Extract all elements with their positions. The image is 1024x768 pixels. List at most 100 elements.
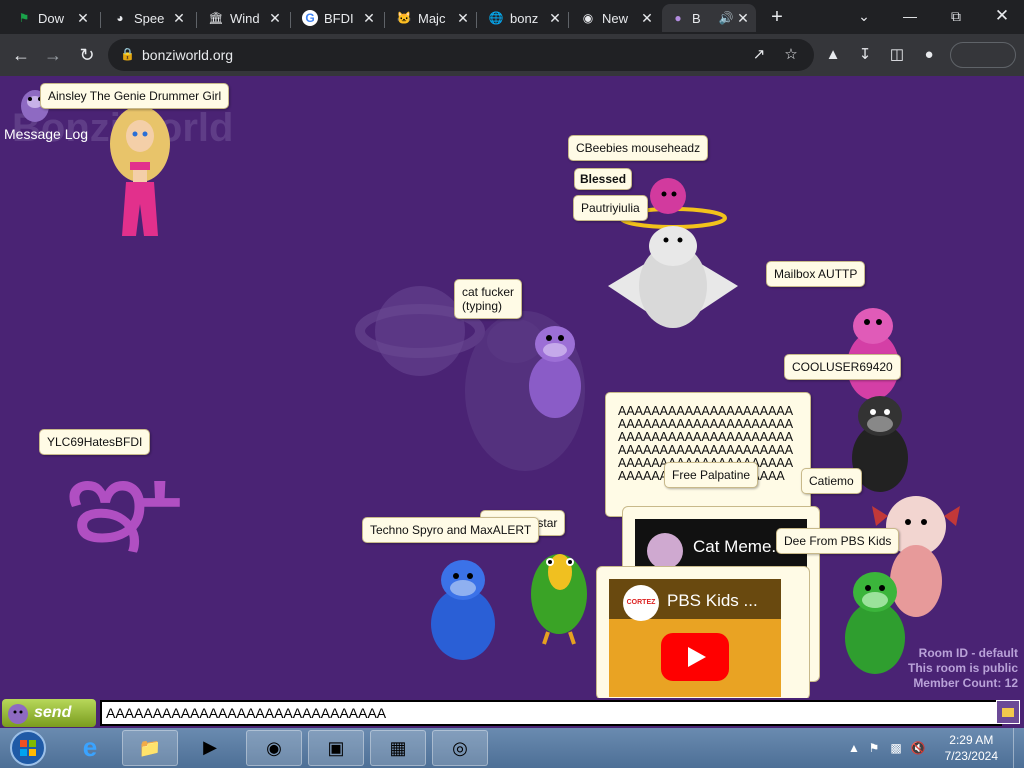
message-log-link[interactable]: Message Log <box>4 126 88 142</box>
forward-icon[interactable]: → <box>40 42 66 68</box>
tab-title: Spee <box>134 10 165 26</box>
chat-message-bubble: AAAAAAAAAAAAAAAAAAAAAAAAAAAAAAAAAAAAAAAA… <box>605 392 811 517</box>
bonzi-icon: ● <box>674 11 682 25</box>
bookmark-star-icon[interactable]: ☆ <box>780 44 802 66</box>
speedometer-icon: ◕ <box>116 11 124 25</box>
chrome-icon: ◉ <box>582 11 594 25</box>
taskbar: e 📁 ▶ ◉ ▣ ▦ ◎ ▲ ⚑ ▩ 🔇 2:29 AM 7/23/2024 <box>0 728 1024 768</box>
tab-windows[interactable]: 🏛 Wind ✕ <box>200 4 288 32</box>
tab-separator <box>568 12 569 28</box>
member-count: Member Count: 12 <box>913 676 1018 690</box>
telugu-glyph-avatar[interactable]: ఞ <box>66 436 183 566</box>
clock-time: 2:29 AM <box>949 733 994 747</box>
close-icon[interactable]: ✕ <box>736 10 750 27</box>
chrome-icon[interactable]: ◉ <box>246 730 302 766</box>
profile-icon[interactable]: ● <box>918 44 940 66</box>
flag-icon: ⚑ <box>18 11 30 25</box>
close-icon[interactable]: ✕ <box>172 10 186 27</box>
tab-title: Wind <box>230 10 260 26</box>
send-button[interactable]: send <box>2 699 96 727</box>
media-player-icon[interactable]: ▶ <box>182 730 238 766</box>
username-bubble: Free Palpatine <box>664 462 759 488</box>
attach-button[interactable] <box>996 700 1020 724</box>
blue-bonzi-avatar[interactable] <box>420 552 506 664</box>
close-icon[interactable]: ✕ <box>548 10 562 27</box>
download-manager-icon[interactable]: ◎ <box>432 730 488 766</box>
username-bubble: cat fucker (typing) <box>454 279 523 319</box>
green-parrot-avatar[interactable] <box>524 542 594 646</box>
folder-icon <box>1002 708 1014 717</box>
network-icon[interactable]: ▩ <box>888 740 904 756</box>
side-panel-icon[interactable]: ◫ <box>886 44 908 66</box>
tab-majc[interactable]: 🐱 Majc ✕ <box>388 4 476 32</box>
close-icon[interactable]: ✕ <box>362 10 376 27</box>
close-icon[interactable]: ✕ <box>456 10 470 27</box>
window-close-icon[interactable]: ✕ <box>980 4 1024 28</box>
lock-icon[interactable]: 🔒 <box>120 47 135 61</box>
tab-title: bonz <box>510 10 539 26</box>
tab-title: BFDI <box>324 10 354 26</box>
columns-icon: 🏛 <box>208 11 224 25</box>
new-tab-button[interactable]: + <box>764 6 790 30</box>
start-button[interactable] <box>2 728 54 768</box>
username-bubble: Catiemo <box>801 468 862 494</box>
tab-download[interactable]: ⚑ Dow ✕ <box>8 4 96 32</box>
back-icon[interactable]: ← <box>8 42 34 68</box>
google-icon: G <box>302 10 318 26</box>
room-id: Room ID - default <box>918 646 1018 660</box>
video-title: PBS Kids ... <box>667 591 758 610</box>
genie-girl-avatar[interactable] <box>100 104 180 244</box>
purple-bonzi-avatar[interactable] <box>520 316 590 426</box>
clock-date: 7/23/2024 <box>944 749 998 763</box>
tab-separator <box>384 12 385 28</box>
tab-bonziworld[interactable]: ● B 🔊 ✕ <box>662 4 756 32</box>
channel-avatar <box>647 533 683 569</box>
channel-avatar: CORTEZ <box>623 585 659 621</box>
internet-explorer-icon[interactable]: e <box>62 730 118 766</box>
globe-icon: 🌐 <box>488 11 504 25</box>
app-icon[interactable]: ▦ <box>370 730 426 766</box>
reload-icon[interactable]: ↻ <box>74 42 100 68</box>
share-icon[interactable]: ↗ <box>748 44 770 66</box>
tab-bfdi[interactable]: G BFDI ✕ <box>294 4 382 32</box>
winrar-icon[interactable]: ▣ <box>308 730 364 766</box>
file-explorer-icon[interactable]: 📁 <box>122 730 178 766</box>
close-icon[interactable]: ✕ <box>640 10 654 27</box>
username-bubble: Ainsley The Genie Drummer Girl <box>40 83 230 109</box>
labs-flask-icon[interactable]: ▲ <box>822 44 844 66</box>
restore-icon[interactable]: ⧉ <box>934 4 978 28</box>
minimize-icon[interactable]: — <box>888 4 932 28</box>
speaker-icon[interactable]: 🔊 <box>718 10 734 26</box>
room-info: Room ID - default This room is public Me… <box>908 646 1018 691</box>
username-bubble: CBeebies mouseheadz <box>568 135 709 161</box>
tab-speed[interactable]: ◕ Spee ✕ <box>104 4 192 32</box>
volume-muted-icon[interactable]: 🔇 <box>910 740 926 756</box>
green-bonzi-avatar[interactable] <box>834 564 916 680</box>
send-label: send <box>34 704 72 721</box>
address-bar[interactable]: 🔒 bonziworld.org ↗ ☆ <box>108 39 814 71</box>
close-icon[interactable]: ✕ <box>76 10 90 27</box>
tab-separator <box>476 12 477 28</box>
youtube-play-icon[interactable] <box>661 633 729 681</box>
username-bubble: Mailbox AUTTP <box>766 261 866 287</box>
close-icon[interactable]: ✕ <box>268 10 282 27</box>
tab-title: Dow <box>38 10 65 26</box>
tray-overflow-icon[interactable]: ▲ <box>846 740 862 756</box>
tab-title: B <box>692 10 701 26</box>
action-center-flag-icon[interactable]: ⚑ <box>866 740 882 756</box>
tab-separator <box>196 12 197 28</box>
url-text[interactable]: bonziworld.org <box>142 47 233 63</box>
show-desktop-button[interactable] <box>1013 728 1024 768</box>
username-bubble: Pautriyiulia <box>573 195 648 221</box>
tab-bonz[interactable]: 🌐 bonz ✕ <box>480 4 568 32</box>
browser-toolbar: ← → ↻ 🔒 bonziworld.org ↗ ☆ ▲ ↧ ◫ ● <box>0 34 1024 76</box>
system-clock[interactable]: 2:29 AM 7/23/2024 <box>945 732 998 764</box>
video-player[interactable]: CORTEZ PBS Kids ... <box>609 579 781 697</box>
tab-new[interactable]: ◉ New ✕ <box>572 4 660 32</box>
download-icon[interactable]: ↧ <box>854 44 876 66</box>
tab-separator <box>100 12 101 28</box>
tab-search-icon[interactable]: ⌄ <box>842 4 886 28</box>
video-title: Cat Meme... <box>693 537 786 556</box>
profile-pill[interactable] <box>950 42 1016 68</box>
chat-input[interactable] <box>100 700 1002 726</box>
